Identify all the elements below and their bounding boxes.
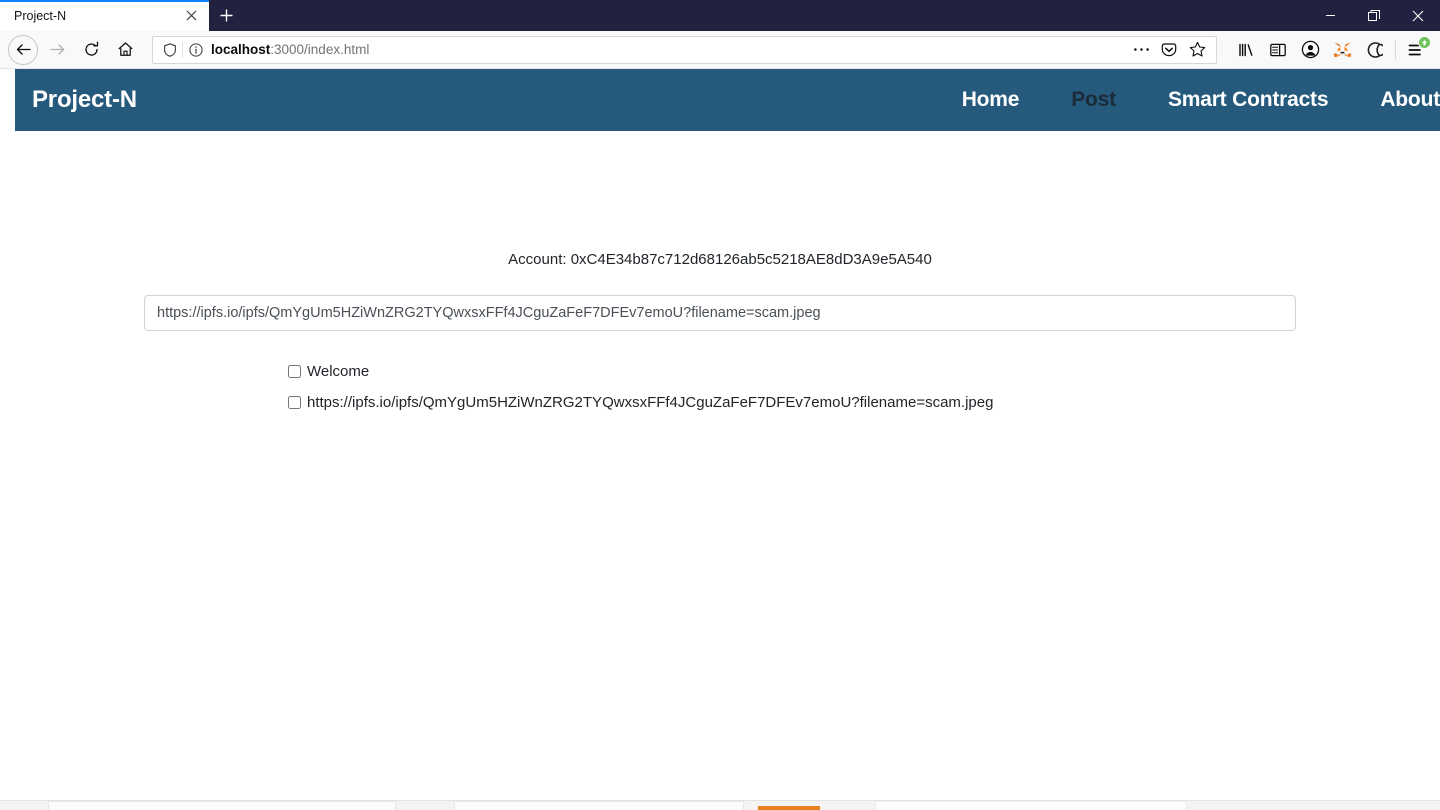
home-icon[interactable] (110, 35, 140, 65)
taskbar-item[interactable] (48, 801, 396, 810)
title-bar: Project-N (0, 0, 1440, 31)
post-checklist: Welcome https://ipfs.io/ipfs/QmYgUm5HZiW… (0, 363, 1440, 411)
address-bar[interactable]: localhost:3000/index.html (152, 35, 1217, 64)
window-controls (1308, 0, 1440, 31)
list-item[interactable]: Welcome (288, 363, 1440, 380)
tab-close-icon[interactable] (181, 6, 201, 26)
url-actions (1128, 37, 1210, 63)
taskbar-item[interactable] (875, 801, 1187, 810)
library-icon[interactable] (1231, 35, 1261, 65)
browser-window: Project-N localhost:3000/index.html Proj… (0, 0, 1440, 810)
page-viewport: Project-N Home Post Smart Contracts Abou… (0, 69, 1440, 740)
url-host: localhost (211, 42, 271, 57)
ipfs-url-input[interactable] (144, 295, 1296, 331)
account-icon[interactable] (1295, 35, 1325, 65)
checkbox-welcome[interactable] (288, 365, 301, 378)
account-line: Account: 0xC4E34b87c712d68126ab5c5218AE8… (508, 251, 932, 268)
forward-arrow-icon[interactable] (42, 35, 72, 65)
url-input-wrapper (0, 295, 1440, 331)
list-item-label: Welcome (307, 363, 370, 380)
site-brand[interactable]: Project-N (32, 86, 137, 114)
list-item-label: https://ipfs.io/ipfs/QmYgUm5HZiWnZRG2TYQ… (307, 394, 994, 411)
back-arrow-icon[interactable] (8, 34, 38, 65)
info-circle-icon[interactable] (185, 42, 207, 57)
browser-tab[interactable]: Project-N (0, 0, 209, 31)
taskbar-active-indicator[interactable] (758, 806, 820, 810)
close-window-button[interactable] (1396, 0, 1440, 31)
browser-toolbar: localhost:3000/index.html (0, 31, 1440, 69)
nav-link-post[interactable]: Post (1045, 88, 1142, 112)
pocket-extension-icon[interactable] (1359, 35, 1389, 65)
url-divider (182, 41, 183, 58)
os-taskbar (0, 800, 1440, 810)
toolbar-extensions (1231, 35, 1432, 65)
new-tab-button[interactable] (209, 0, 243, 31)
maximize-button[interactable] (1352, 0, 1396, 31)
pocket-icon[interactable] (1156, 37, 1182, 63)
sidebar-icon[interactable] (1263, 35, 1293, 65)
app-menu-icon[interactable] (1402, 35, 1432, 65)
shield-icon[interactable] (159, 42, 181, 57)
menu-update-badge (1418, 35, 1431, 49)
taskbar-item[interactable] (454, 801, 744, 810)
ellipsis-icon[interactable] (1128, 37, 1154, 63)
toolbar-divider (1395, 39, 1396, 60)
url-text[interactable]: localhost:3000/index.html (207, 42, 1128, 57)
nav-link-smart-contracts[interactable]: Smart Contracts (1142, 88, 1354, 112)
minimize-button[interactable] (1308, 0, 1352, 31)
tab-title: Project-N (14, 8, 67, 23)
checkbox-ipfs-url[interactable] (288, 396, 301, 409)
metamask-extension-icon[interactable] (1327, 35, 1357, 65)
site-navbar: Project-N Home Post Smart Contracts Abou… (15, 69, 1440, 131)
list-item[interactable]: https://ipfs.io/ipfs/QmYgUm5HZiWnZRG2TYQ… (288, 394, 1440, 411)
site-nav-links: Home Post Smart Contracts About (936, 88, 1440, 112)
nav-link-about[interactable]: About (1354, 88, 1440, 112)
reload-icon[interactable] (76, 35, 106, 65)
nav-link-home[interactable]: Home (936, 88, 1046, 112)
star-icon[interactable] (1184, 37, 1210, 63)
url-path: :3000/index.html (270, 42, 370, 57)
